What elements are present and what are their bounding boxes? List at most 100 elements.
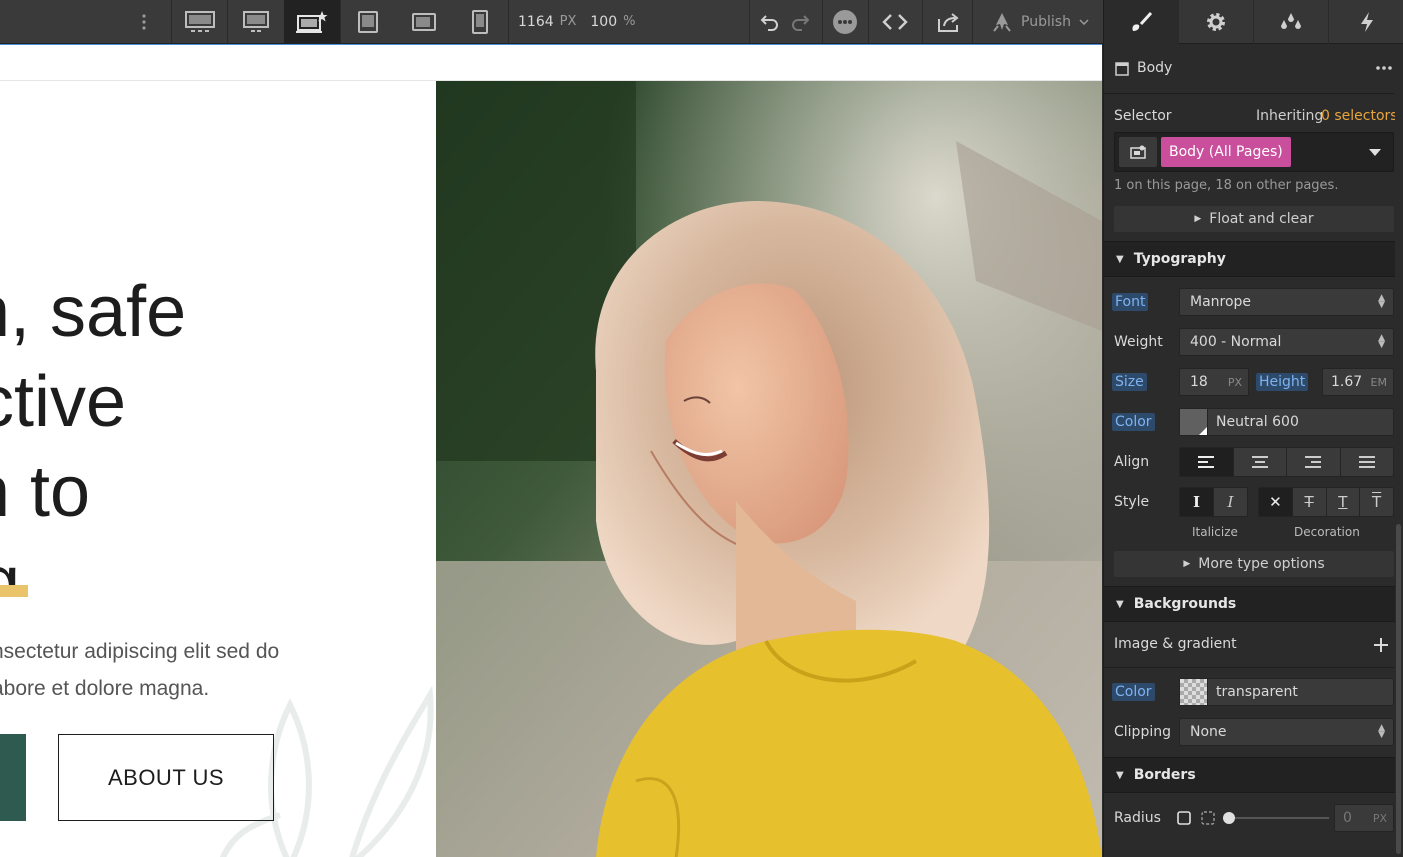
radius-input[interactable]: 0 PX [1334,804,1394,832]
breakpoint-mobile-portrait-icon[interactable] [454,0,506,43]
caret-down-icon: ▼ [1116,598,1124,610]
design-canvas[interactable]: n, safe ctive n to g nsectetur adipiscin… [0,44,1102,857]
radius-slider-track[interactable] [1225,817,1329,819]
breakpoint-mobile-landscape-icon[interactable] [398,0,450,43]
align-center-icon[interactable] [1234,448,1287,476]
italicize-caption: Italicize [1192,525,1238,539]
tab-interactions[interactable] [1329,0,1403,44]
hero-heading[interactable]: n, safe ctive n to g [0,267,436,597]
caret-down-icon: ▼ [1116,253,1124,265]
clipping-label: Clipping [1114,724,1171,740]
hero-paragraph[interactable]: nsectetur adipiscing elit sed do abore e… [0,633,420,707]
font-value: Manrope [1190,294,1252,310]
underline-icon[interactable]: T [1327,488,1361,516]
inheriting-selectors-link[interactable]: 0 selectors [1321,108,1398,124]
element-name: Body [1137,60,1173,76]
font-select[interactable]: Manrope ▲ ▼ [1179,288,1394,316]
designer-toolbar: 1164 PX 100% Publish [0,0,1103,44]
zoom-value: 100 [590,13,618,30]
align-label: Align [1114,454,1150,470]
lightning-icon [1360,12,1373,32]
selector-type-icon[interactable] [1119,137,1157,167]
breakpoint-large-desktop-icon[interactable] [174,0,226,43]
panel-tabs [1104,0,1403,44]
chevron-down-icon[interactable] [1369,149,1381,156]
text-color-value: Neutral 600 [1216,414,1299,430]
radius-slider-thumb[interactable] [1223,812,1235,824]
panel-scrollbar[interactable] [1395,44,1403,857]
radius-unit[interactable]: PX [1373,812,1387,825]
align-justify-icon[interactable] [1341,448,1394,476]
canvas-size-readout: 1164 PX 100% [518,0,638,43]
transparent-swatch[interactable] [1180,679,1208,705]
decoration-none-icon[interactable]: ✕ [1259,488,1293,516]
radius-value: 0 [1343,810,1352,826]
publish-button[interactable]: Publish [984,0,1096,43]
redo-icon[interactable] [786,0,814,43]
drops-icon [1281,13,1301,29]
typography-title: Typography [1133,251,1226,267]
hero-heading-line: n to [0,452,91,532]
tab-settings[interactable] [1179,0,1254,44]
typography-section-header[interactable]: ▼ Typography [1104,241,1396,277]
align-right-icon[interactable] [1287,448,1341,476]
italic-on-icon[interactable]: I [1214,488,1247,516]
line-height-input[interactable]: 1.67 EM [1322,368,1394,396]
italic-off-icon[interactable]: I [1180,488,1214,516]
font-label: Font [1112,293,1149,311]
overline-icon[interactable]: T [1360,488,1393,516]
align-left-icon[interactable] [1180,448,1234,476]
bg-color-label: Color [1112,683,1155,701]
image-gradient-label: Image & gradient [1114,636,1237,652]
zoom-unit: % [623,14,636,29]
text-color-field[interactable]: Neutral 600 [1179,408,1394,436]
hero-photo[interactable] [436,81,1102,857]
selector-label: Selector [1114,108,1172,124]
backgrounds-section-header[interactable]: ▼ Backgrounds [1104,586,1396,622]
breakpoint-laptop-base-icon[interactable] [284,0,340,43]
undo-icon[interactable] [756,0,784,43]
float-clear-toggle[interactable]: ▶ Float and clear [1114,206,1394,232]
line-height-label: Height [1256,373,1309,391]
radius-individual-icon[interactable] [1201,811,1215,825]
more-horizontal-icon[interactable] [1376,66,1392,70]
line-height-value: 1.67 [1331,374,1363,390]
about-us-button[interactable]: ABOUT US [58,734,274,821]
comments-icon[interactable] [826,0,864,43]
body-element-icon [1115,62,1129,76]
bg-color-field[interactable]: transparent [1179,678,1394,706]
primary-cta-button[interactable] [0,734,26,821]
plus-icon[interactable] [1374,638,1388,652]
weight-label: Weight [1114,334,1163,350]
scrollbar-thumb[interactable] [1396,524,1401,854]
color-swatch[interactable] [1180,409,1208,435]
line-height-unit[interactable]: EM [1371,376,1387,389]
tab-style[interactable] [1104,0,1179,44]
hero-paragraph-line: nsectetur adipiscing elit sed do [0,640,280,663]
decoration-caption: Decoration [1294,525,1360,539]
tab-style-manager[interactable] [1254,0,1329,44]
strikethrough-icon[interactable]: T [1293,488,1327,516]
selector-field[interactable]: Body (All Pages) [1114,132,1394,172]
share-icon[interactable] [928,0,968,43]
style-panel: Body Selector Inheriting 0 selectors Bod… [1103,0,1403,857]
image-gradient-row: Image & gradient [1104,622,1394,668]
breakpoint-tablet-icon[interactable] [342,0,394,43]
breakpoint-desktop-icon[interactable] [230,0,282,43]
size-input[interactable]: 18 PX [1179,368,1249,396]
size-unit[interactable]: PX [1228,376,1242,389]
more-type-options-label: More type options [1198,556,1325,572]
hero-heading-line: n, safe [0,272,187,352]
inheriting-label: Inheriting [1256,108,1324,124]
more-vertical-icon[interactable] [130,0,158,43]
weight-select[interactable]: 400 - Normal ▲ ▼ [1179,328,1394,356]
clipping-select[interactable]: None ▲ ▼ [1179,718,1394,746]
hero-photo-image [436,81,1102,857]
more-type-options-toggle[interactable]: ▶ More type options [1114,551,1394,577]
selector-tag[interactable]: Body (All Pages) [1161,137,1291,167]
italic-control: I I [1179,487,1248,517]
borders-section-header[interactable]: ▼ Borders [1104,757,1396,793]
caret-right-icon: ▶ [1183,559,1191,569]
code-export-icon[interactable] [874,0,916,43]
radius-all-icon[interactable] [1177,811,1191,825]
